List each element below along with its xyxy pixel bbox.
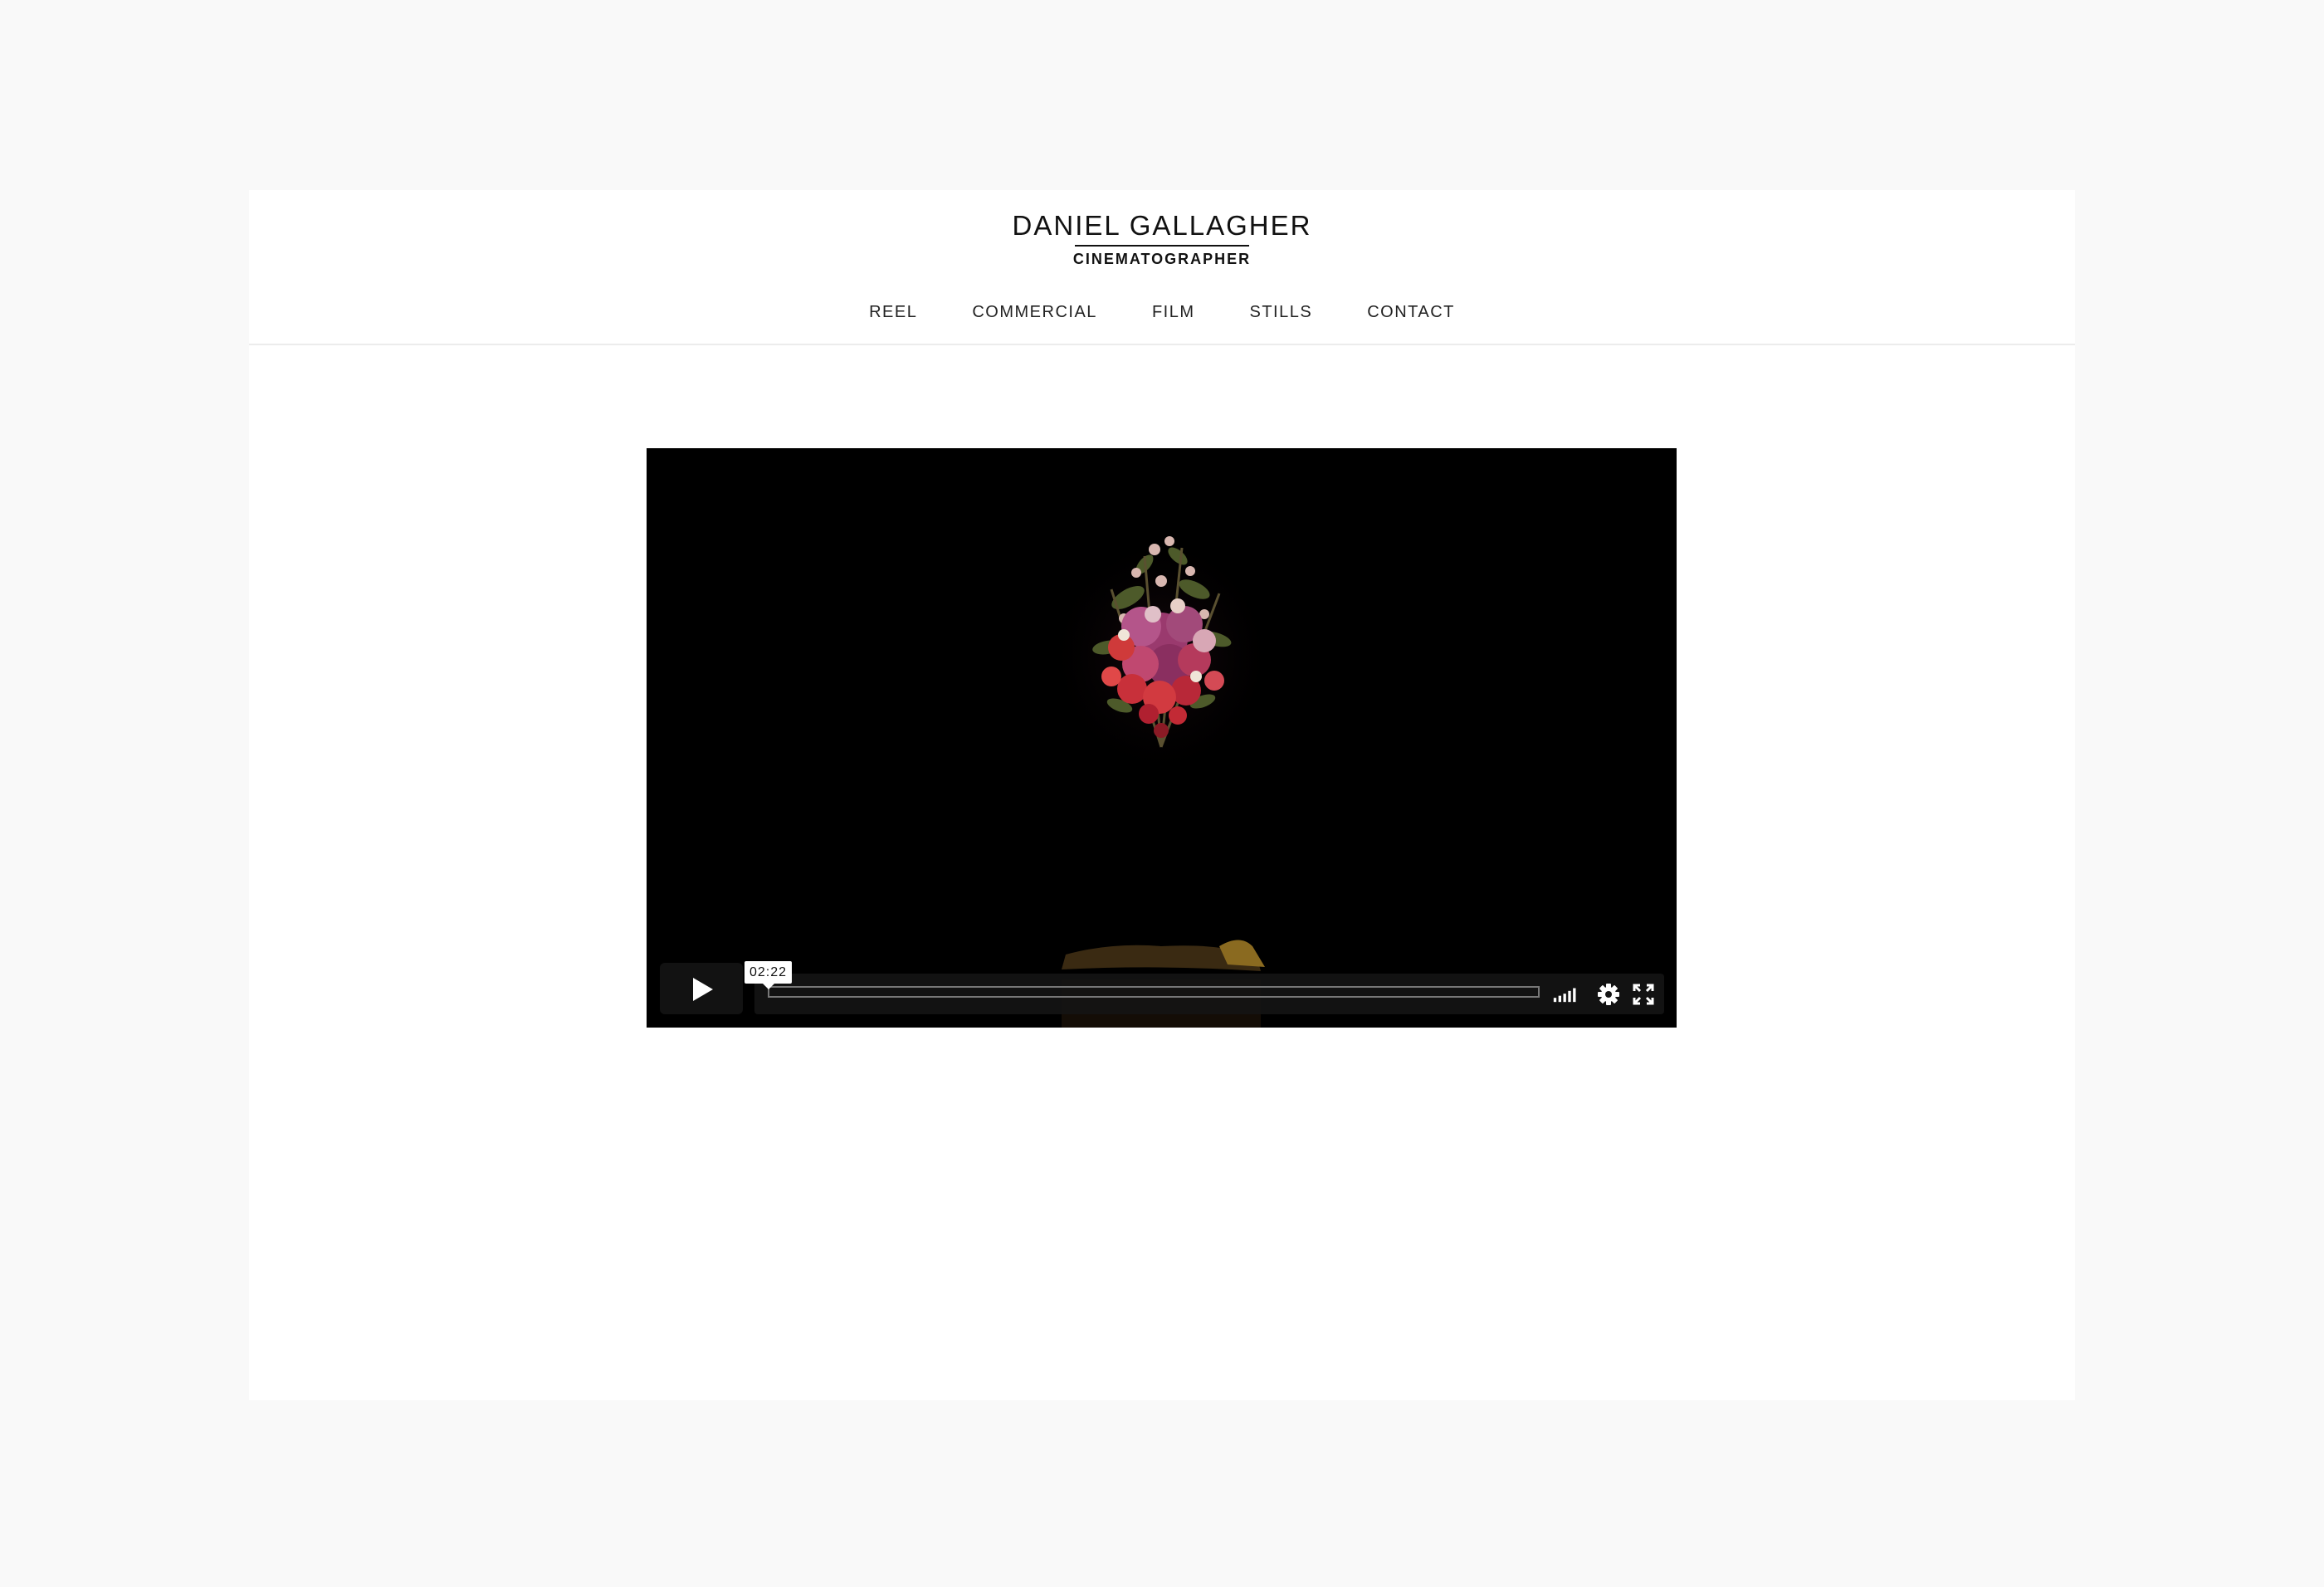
play-icon — [693, 978, 713, 1001]
nav-item-commercial[interactable]: COMMERCIAL — [972, 300, 1097, 325]
nav-item-reel[interactable]: REEL — [869, 300, 917, 325]
nav-item-stills[interactable]: STILLS — [1250, 300, 1313, 325]
site-header: DANIEL GALLAGHER CINEMATOGRAPHER REEL CO… — [249, 190, 2075, 345]
site-subtitle: CINEMATOGRAPHER — [1072, 251, 1252, 267]
nav-item-film[interactable]: FILM — [1152, 300, 1195, 325]
video-player[interactable] — [647, 448, 1677, 1028]
play-button[interactable] — [660, 963, 743, 1014]
timecode-tooltip: 02:22 — [745, 961, 793, 989]
progress-bar[interactable] — [768, 986, 1540, 998]
fullscreen-icon[interactable] — [1631, 982, 1656, 1007]
main-nav: REEL COMMERCIAL FILM STILLS CONTACT — [249, 300, 2075, 325]
site-name: DANIEL GALLAGHER — [1012, 210, 1312, 241]
gear-icon[interactable] — [1596, 982, 1621, 1007]
nav-item-contact[interactable]: CONTACT — [1367, 300, 1455, 325]
volume-icon[interactable] — [1553, 982, 1578, 1007]
video-frame-image — [647, 448, 1677, 1028]
video-control-bar — [754, 974, 1664, 1014]
page-container: DANIEL GALLAGHER CINEMATOGRAPHER REEL CO… — [249, 190, 2075, 1400]
site-logo[interactable]: DANIEL GALLAGHER CINEMATOGRAPHER — [249, 208, 2075, 270]
logo-divider — [1075, 245, 1249, 247]
